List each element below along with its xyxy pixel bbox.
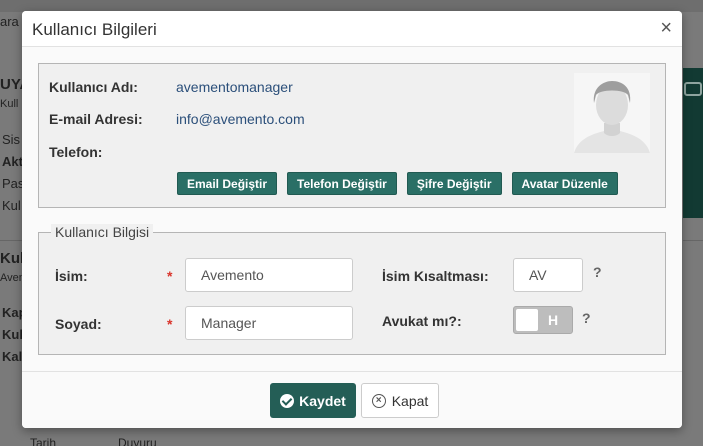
background-menu-item: Sis [2, 132, 21, 147]
username-value: avementomanager [176, 79, 293, 95]
help-icon[interactable]: ? [593, 264, 602, 280]
toggle-state-text: H [548, 312, 559, 328]
background-item: Kal [2, 349, 23, 364]
modal-footer: Kaydet × Kapat [22, 371, 682, 428]
background-menu-item: Kul [2, 198, 21, 213]
times-circle-icon: × [371, 393, 386, 408]
save-button[interactable]: Kaydet [270, 383, 356, 418]
username-row: Kullanıcı Adı: avementomanager [49, 79, 293, 95]
toggle-knob [516, 309, 538, 331]
first-name-input[interactable]: Avemento [185, 258, 353, 292]
phone-row: Telefon: [49, 144, 176, 160]
close-button-label: Kapat [391, 392, 429, 409]
modal-title: Kullanıcı Bilgileri [32, 20, 157, 39]
modal-header: Kullanıcı Bilgileri × [22, 11, 682, 47]
save-button-label: Kaydet [299, 392, 346, 409]
lawyer-label: Avukat mı?: [382, 313, 462, 329]
close-button[interactable]: × Kapat [361, 383, 439, 418]
lawyer-toggle[interactable]: H [513, 306, 573, 334]
user-avatar-placeholder-icon [574, 73, 650, 153]
change-password-button[interactable]: Şifre Değiştir [406, 172, 502, 195]
email-row: E-mail Adresi: info@avemento.com [49, 111, 305, 127]
phone-label: Telefon: [49, 144, 103, 160]
initials-label: İsim Kısaltması: [382, 268, 489, 284]
help-icon[interactable]: ? [582, 310, 591, 326]
first-name-label: İsim: [55, 268, 88, 284]
username-label: Kullanıcı Adı: [49, 79, 138, 95]
hdd-icon [684, 82, 702, 96]
last-name-label: Soyad: [55, 316, 102, 332]
last-name-input[interactable]: Manager [185, 306, 353, 340]
change-email-button[interactable]: Email Değiştir [177, 172, 278, 195]
user-details-fieldset: Kullanıcı Bilgisi İsim: * Avemento Soyad… [38, 224, 666, 355]
account-actions: Email Değiştir Telefon Değiştir Şifre De… [177, 172, 618, 195]
email-label: E-mail Adresi: [49, 111, 143, 127]
close-icon[interactable]: × [660, 18, 672, 38]
background-item: Kul [2, 327, 23, 342]
user-info-modal: Kullanıcı Bilgileri × Kullanıcı Adı: ave… [22, 11, 682, 428]
background-divider [683, 240, 703, 241]
user-summary-panel: Kullanıcı Adı: avementomanager E-mail Ad… [38, 63, 666, 208]
background-column-header: Tarih [30, 436, 57, 446]
background-subtitle: Kull [0, 98, 19, 110]
change-phone-button[interactable]: Telefon Değiştir [287, 172, 397, 195]
background-divider [0, 240, 22, 241]
check-circle-icon [280, 393, 295, 408]
background-menu-item: Akt [2, 154, 23, 169]
background-text: ara [0, 14, 19, 29]
background-column-header: Duyuru [118, 436, 157, 446]
initials-input[interactable]: AV [513, 258, 583, 292]
required-marker: * [167, 316, 173, 332]
required-marker: * [167, 268, 173, 284]
fieldset-legend: Kullanıcı Bilgisi [51, 224, 154, 240]
background-section-title: Kul [0, 250, 25, 267]
email-value: info@avemento.com [176, 111, 305, 127]
edit-avatar-button[interactable]: Avatar Düzenle [511, 172, 618, 195]
